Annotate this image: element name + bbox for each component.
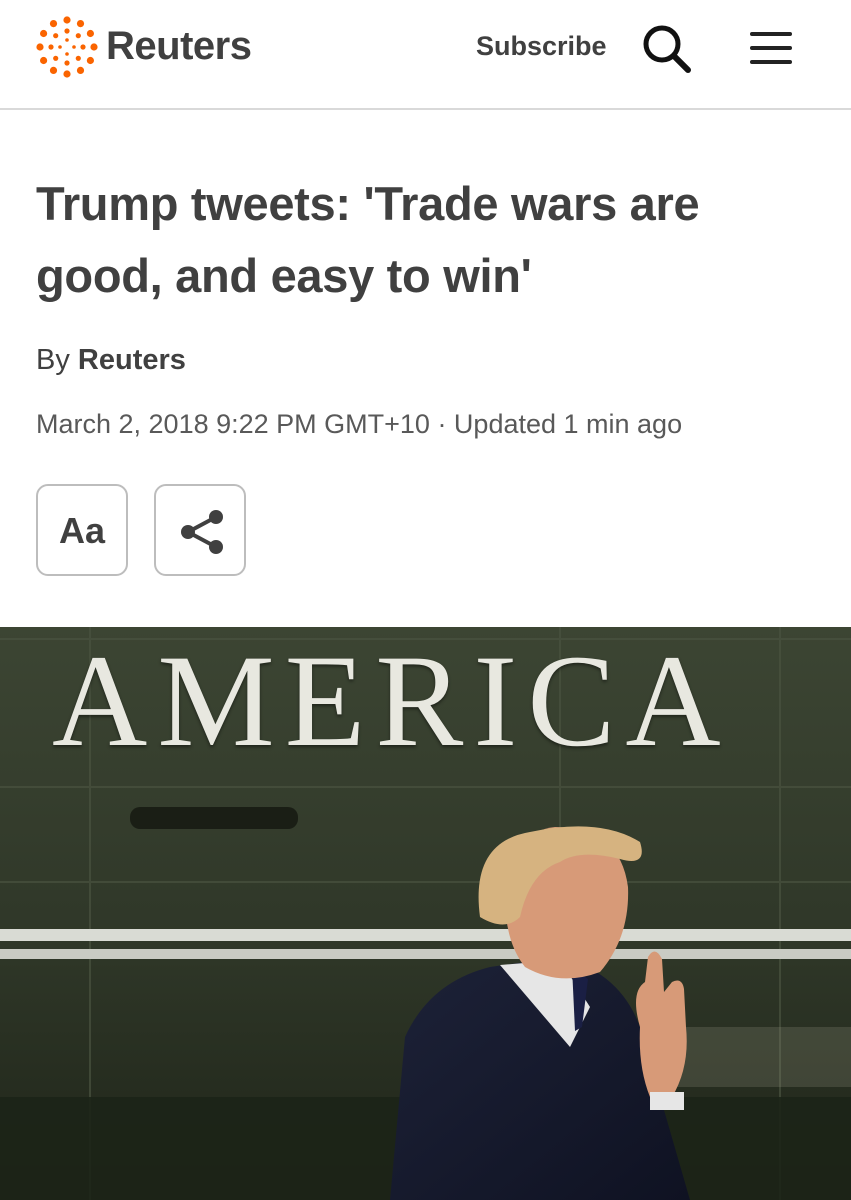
hero-photo-lettering: AMERICA [52, 627, 731, 774]
text-size-label: Aa [58, 510, 106, 551]
site-header: Reuters Subscribe [0, 0, 851, 110]
text-size-button[interactable]: Aa [36, 484, 128, 576]
byline: By Reuters [36, 344, 186, 377]
article-headline: Trump tweets: 'Trade wars are good, and … [36, 177, 700, 302]
search-icon[interactable] [640, 22, 694, 76]
byline-prefix: By [36, 344, 70, 376]
reuters-logo-icon[interactable] [36, 16, 98, 78]
subscribe-link[interactable]: Subscribe [476, 31, 607, 62]
article-hero-image: AMERICA [0, 627, 851, 1200]
hamburger-menu-icon[interactable] [748, 28, 794, 68]
byline-author[interactable]: Reuters [78, 344, 186, 376]
brand-name[interactable]: Reuters [106, 24, 252, 69]
share-button[interactable] [154, 484, 246, 576]
article-dateline: March 2, 2018 9:22 PM GMT+10 · Updated 1… [36, 409, 683, 439]
share-icon [181, 510, 223, 554]
